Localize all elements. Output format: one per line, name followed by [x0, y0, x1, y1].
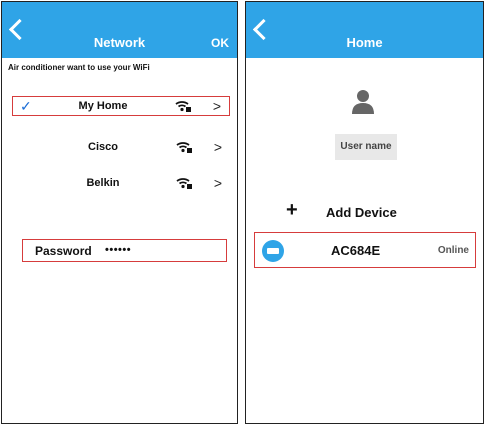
chevron-right-icon: > [213, 175, 222, 191]
network-name: Cisco [88, 141, 118, 153]
network-item-belkin[interactable]: Belkin > [12, 174, 230, 194]
network-screen: Network OK Air conditioner want to use y… [1, 1, 238, 424]
user-name[interactable]: User name [335, 134, 397, 160]
status-badge: Online [437, 245, 469, 256]
network-name: Belkin [86, 177, 120, 189]
network-name: My Home [78, 100, 128, 112]
wifi-prompt: Air conditioner want to use your WiFi [8, 63, 150, 72]
ac-device-icon [262, 240, 284, 262]
ok-button[interactable]: OK [211, 35, 229, 51]
network-item-cisco[interactable]: Cisco > [12, 138, 230, 158]
home-screen: Home User name + Add Device AC684E Onlin… [245, 1, 484, 424]
chevron-right-icon: > [212, 98, 221, 114]
password-value: •••••• [105, 244, 132, 256]
user-icon [352, 90, 374, 114]
home-header: Home [246, 2, 483, 58]
page-title: Network [93, 35, 146, 50]
chevron-right-icon: > [213, 139, 222, 155]
network-item-my-home[interactable]: ✓ My Home > [12, 96, 230, 116]
page-title: Home [346, 35, 383, 50]
password-label: Password [35, 244, 92, 258]
plus-icon: + [286, 199, 298, 221]
wifi-locked-icon [176, 178, 192, 189]
add-device-label: Add Device [326, 205, 397, 220]
password-field[interactable]: Password •••••• [22, 239, 227, 262]
wifi-locked-icon [176, 142, 192, 153]
network-header: Network OK [2, 2, 237, 58]
device-name: AC684E [331, 243, 381, 258]
device-row[interactable]: AC684E Online [254, 232, 476, 268]
wifi-locked-icon [175, 101, 191, 112]
